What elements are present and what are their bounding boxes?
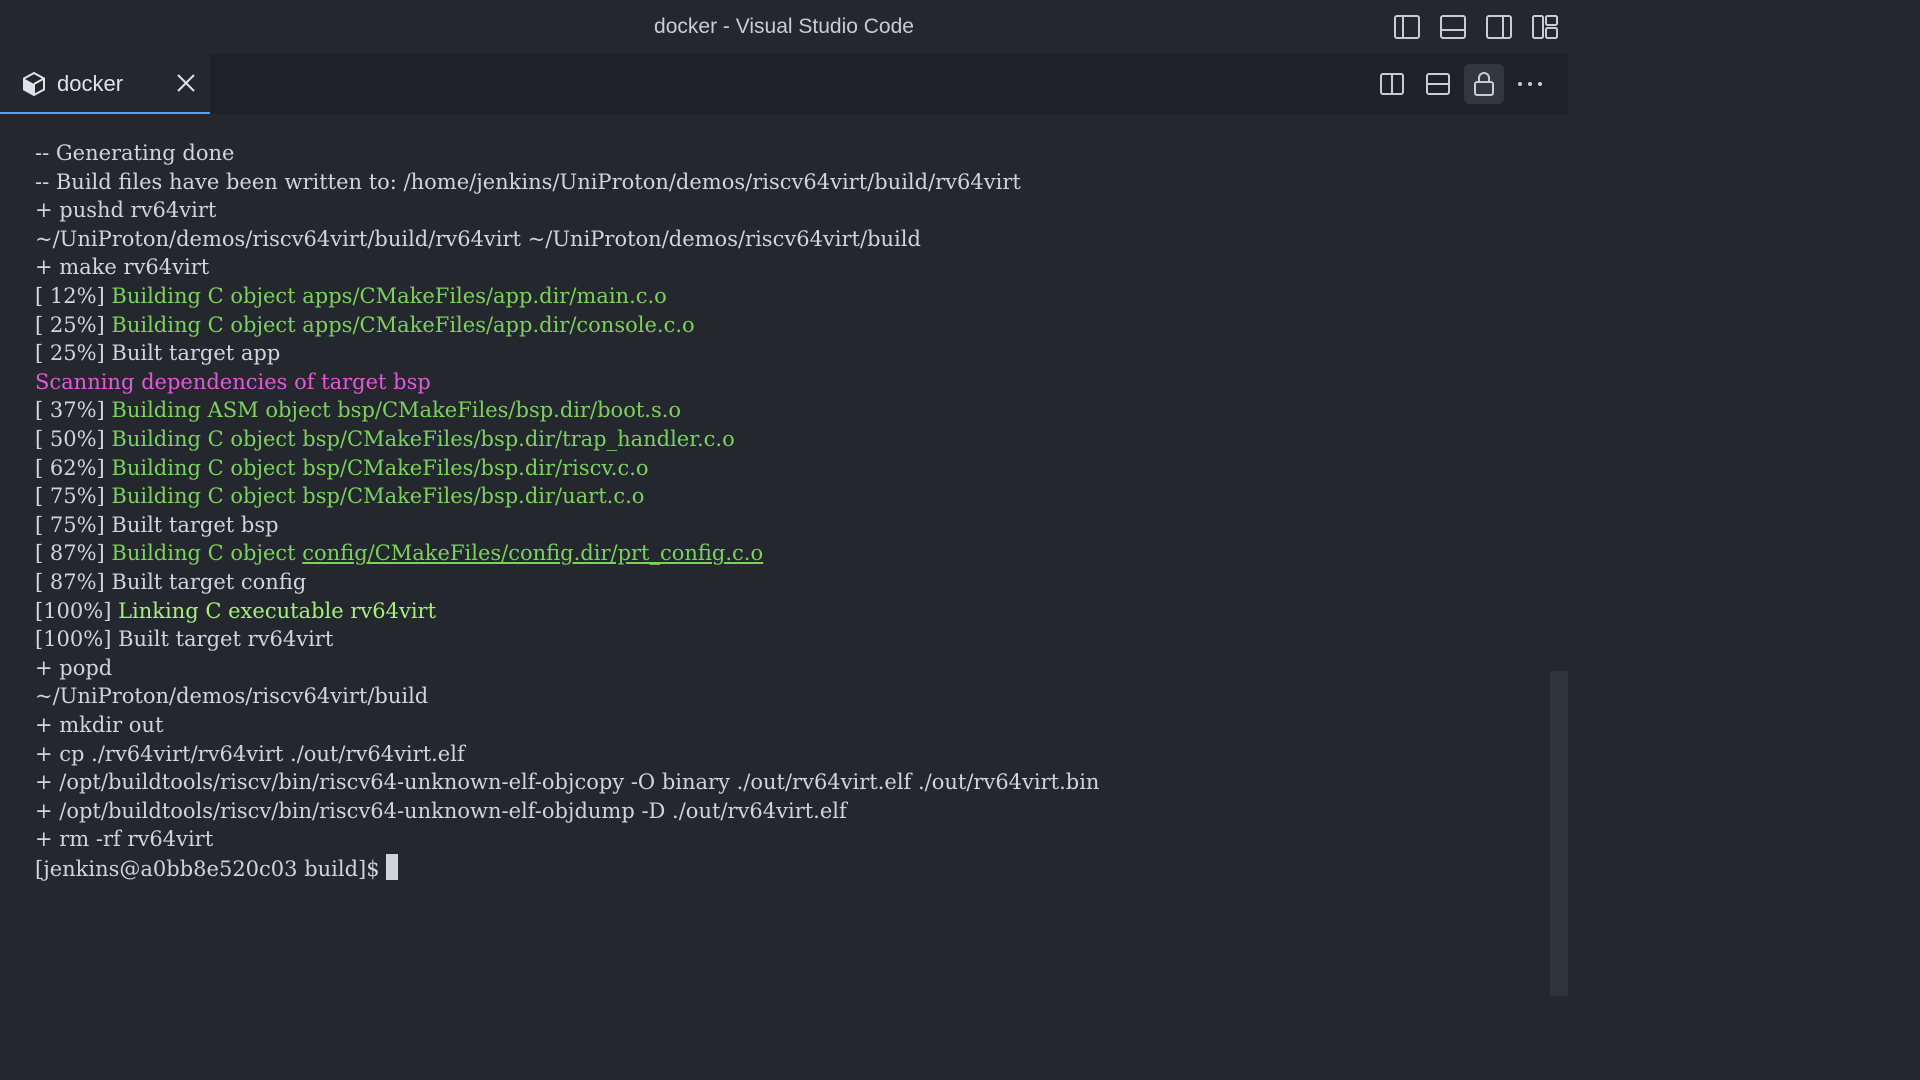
terminal-text: + pushd rv64virt	[35, 198, 217, 223]
split-editor-right-icon[interactable]	[1372, 64, 1412, 104]
terminal-line: [100%] Linking C executable rv64virt	[35, 597, 436, 625]
terminal-text: Building C object	[111, 541, 303, 566]
terminal-prompt: [jenkins@a0bb8e520c03 build]$	[35, 857, 380, 881]
close-icon[interactable]	[173, 70, 199, 96]
terminal-text: [ 87%] Built target config	[35, 570, 307, 594]
terminal-line: + make rv64virt	[35, 253, 209, 281]
terminal-text: [ 37%]	[35, 398, 112, 423]
terminal-text: [ 25%]	[35, 312, 112, 337]
terminal-text: [ 62%]	[35, 455, 112, 480]
terminal-text: -- Build files have been written to: /ho…	[35, 169, 1021, 194]
terminal-icon	[22, 71, 46, 97]
terminal-line: [ 25%] Building C object apps/CMakeFiles…	[35, 311, 695, 339]
terminal-line: [ 62%] Building C object bsp/CMakeFiles/…	[35, 454, 649, 482]
terminal-line: ~/UniProton/demos/riscv64virt/build	[35, 682, 428, 710]
terminal-line: ~/UniProton/demos/riscv64virt/build/rv64…	[35, 225, 921, 253]
tab-label: docker	[57, 71, 124, 96]
terminal-text: + /opt/buildtools/riscv/bin/riscv64-unkn…	[35, 770, 1100, 795]
terminal-text: + /opt/buildtools/riscv/bin/riscv64-unkn…	[35, 798, 847, 823]
terminal-line: + mkdir out	[35, 711, 163, 739]
terminal-text: ~/UniProton/demos/riscv64virt/build/rv64…	[35, 226, 921, 251]
terminal-text: Building C object bsp/CMakeFiles/bsp.dir…	[111, 484, 645, 509]
terminal-text: + mkdir out	[35, 713, 164, 737]
toggle-primary-sidebar-icon[interactable]	[1384, 4, 1430, 50]
terminal-cursor	[385, 854, 398, 880]
terminal-text: + rm -rf rv64virt	[35, 827, 214, 852]
window-title: docker - Visual Studio Code	[654, 15, 914, 38]
lock-icon[interactable]	[1464, 64, 1504, 104]
split-editor-down-icon[interactable]	[1418, 64, 1458, 104]
layout-controls	[1384, 0, 1568, 54]
terminal-text: [ 75%] Built target bsp	[35, 512, 279, 537]
terminal-line: [ 50%] Building C object bsp/CMakeFiles/…	[35, 425, 735, 453]
terminal-line: -- Generating done	[35, 139, 234, 167]
terminal-line: [100%] Built target rv64virt	[35, 625, 333, 653]
terminal-text: Linking C executable rv64virt	[118, 598, 437, 623]
terminal-text: + cp ./rv64virt/rv64virt ./out/rv64virt.…	[35, 741, 465, 766]
terminal-line: [ 25%] Built target app	[35, 339, 280, 367]
title-bar: docker - Visual Studio Code	[0, 0, 1568, 54]
file-link[interactable]: config/CMakeFiles/config.dir/prt_config.…	[302, 541, 763, 565]
terminal-text: + popd	[35, 655, 113, 680]
terminal-text: [ 87%]	[35, 541, 112, 566]
customize-layout-icon[interactable]	[1522, 4, 1568, 50]
terminal-line: + pushd rv64virt	[35, 196, 216, 224]
terminal-line: [ 37%] Building ASM object bsp/CMakeFile…	[35, 396, 681, 424]
toggle-secondary-sidebar-icon[interactable]	[1476, 4, 1522, 50]
terminal-text: Scanning dependencies of target bsp	[35, 369, 431, 394]
terminal-text: [ 50%]	[35, 427, 112, 451]
terminal-text: -- Generating done	[35, 141, 235, 165]
terminal-text: ~/UniProton/demos/riscv64virt/build	[35, 684, 429, 709]
terminal-line: [ 75%] Building C object bsp/CMakeFiles/…	[35, 482, 644, 510]
terminal-text: [100%]	[35, 598, 119, 623]
terminal-line: [ 75%] Built target bsp	[35, 511, 279, 539]
terminal-text: Building C object apps/CMakeFiles/app.di…	[111, 312, 695, 337]
terminal-text: [ 25%] Built target app	[35, 341, 281, 366]
terminal-line: -- Build files have been written to: /ho…	[35, 168, 1021, 196]
more-actions-icon[interactable]	[1510, 64, 1550, 104]
terminal-line: + rm -rf rv64virt	[35, 825, 213, 853]
tab-docker[interactable]: docker	[0, 54, 210, 114]
terminal-text: [100%] Built target rv64virt	[35, 627, 334, 652]
editor-actions	[1366, 54, 1568, 114]
terminal-text: [ 12%]	[35, 284, 112, 308]
terminal-line: + popd	[35, 654, 112, 682]
terminal-line: + /opt/buildtools/riscv/bin/riscv64-unkn…	[35, 797, 847, 825]
terminal-text: + make rv64virt	[35, 255, 210, 280]
terminal-text: Building C object apps/CMakeFiles/app.di…	[111, 284, 667, 308]
terminal-text: Building C object bsp/CMakeFiles/bsp.dir…	[111, 427, 735, 451]
toggle-panel-icon[interactable]	[1430, 4, 1476, 50]
tab-bar: docker	[0, 54, 1568, 114]
terminal-output[interactable]: -- Generating done -- Build files have be…	[0, 114, 1568, 996]
terminal-line: Scanning dependencies of target bsp	[35, 368, 431, 396]
terminal-line: + /opt/buildtools/riscv/bin/riscv64-unkn…	[35, 768, 1099, 796]
terminal-scrollbar[interactable]	[1550, 671, 1568, 996]
terminal-prompt-line[interactable]: [jenkins@a0bb8e520c03 build]$	[35, 854, 398, 883]
terminal-line: [ 87%] Built target config	[35, 568, 306, 596]
terminal-line: [ 12%] Building C object apps/CMakeFiles…	[35, 282, 667, 310]
terminal-text: Building ASM object bsp/CMakeFiles/bsp.d…	[111, 398, 682, 423]
terminal-text: Building C object bsp/CMakeFiles/bsp.dir…	[111, 455, 649, 480]
terminal-line: [ 87%] Building C object config/CMakeFil…	[35, 539, 763, 567]
terminal-line: + cp ./rv64virt/rv64virt ./out/rv64virt.…	[35, 740, 465, 768]
terminal-text: [ 75%]	[35, 484, 112, 509]
